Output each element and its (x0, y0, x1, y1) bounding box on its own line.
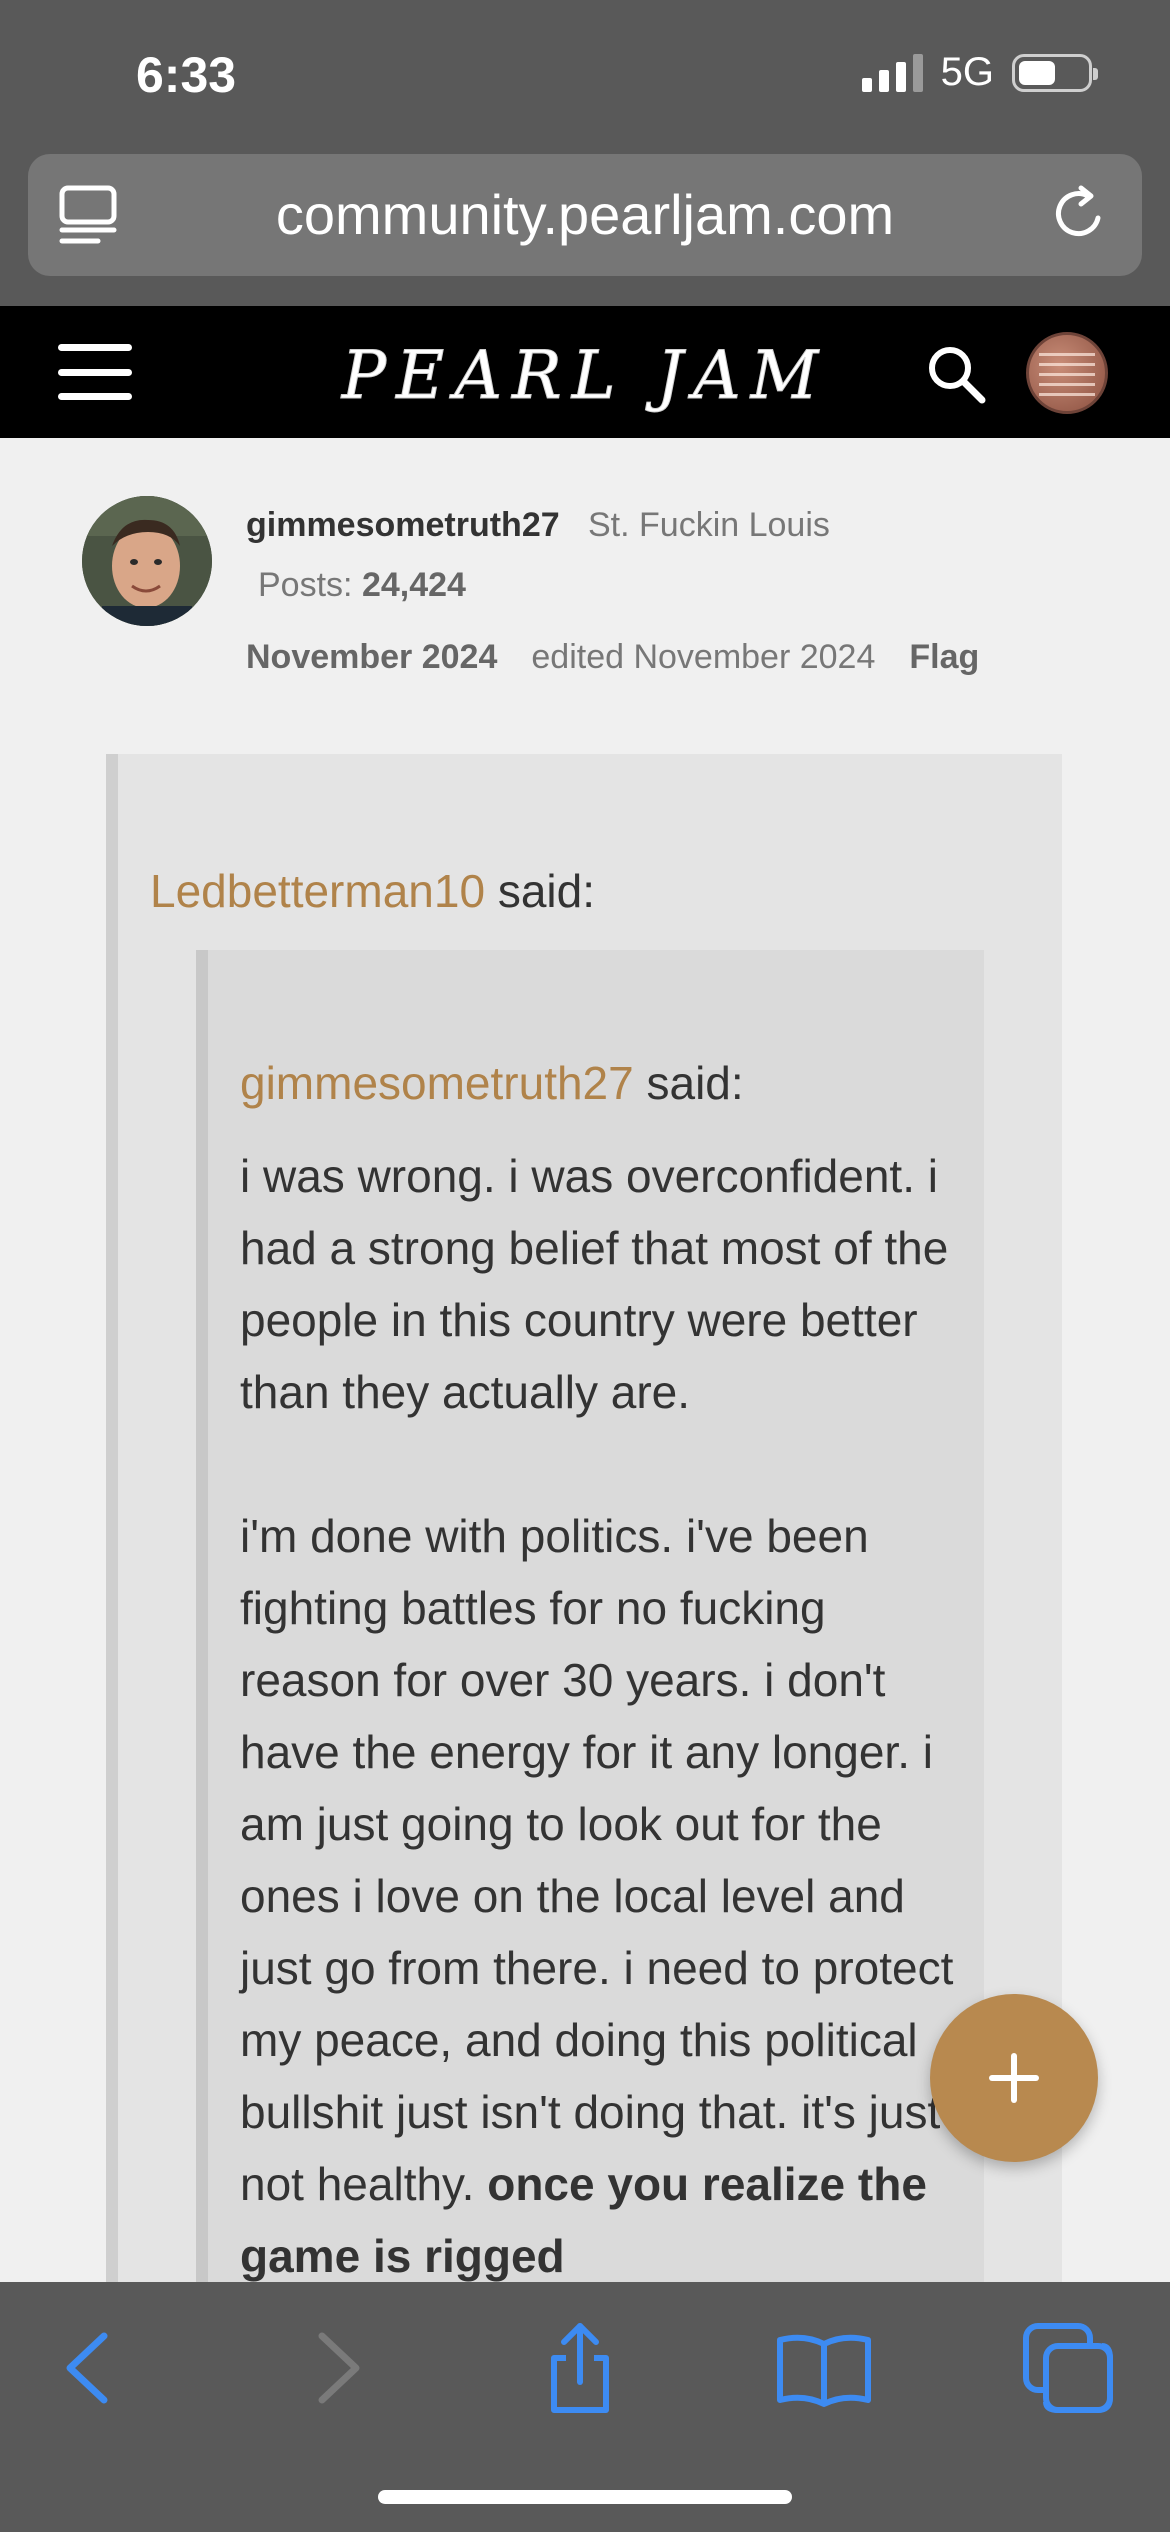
chevron-right-icon[interactable] (288, 2318, 388, 2418)
flag-link[interactable]: Flag (909, 638, 979, 677)
url-text[interactable]: community.pearljam.com (28, 182, 1142, 247)
post-date[interactable]: November 2024 (246, 638, 497, 677)
inner-quote-header: gimmesometruth27 said: (240, 1056, 744, 1110)
edited-label: edited November 2024 (531, 638, 876, 676)
author-avatar[interactable] (82, 496, 212, 626)
posts-label: Posts: (258, 566, 353, 604)
user-avatar[interactable] (1026, 332, 1108, 414)
author-photo (82, 496, 212, 626)
post-count: Posts: 24,424 (258, 566, 466, 605)
inner-quote-said: said: (646, 1057, 744, 1109)
reload-icon[interactable] (1048, 182, 1112, 246)
chevron-left-icon[interactable] (36, 2318, 136, 2418)
quote-paragraph-1: i was wrong. i was overconfident. i had … (240, 1150, 949, 1418)
outer-quote-said: said: (497, 865, 595, 917)
share-icon[interactable] (530, 2318, 630, 2418)
inner-quote-body: i was wrong. i was overconfident. i had … (240, 1140, 960, 2364)
home-indicator[interactable] (378, 2490, 792, 2504)
quote-paragraph-2-text: i'm done with politics. i've been fighti… (240, 1510, 954, 2210)
url-bar[interactable]: community.pearljam.com (28, 154, 1142, 276)
pearl-jam-logo[interactable]: PEARL JAM (340, 332, 830, 416)
battery-icon (1012, 53, 1098, 92)
tabs-icon[interactable] (1018, 2318, 1118, 2418)
search-icon[interactable] (924, 342, 988, 406)
quote-paragraph-2: i'm done with politics. i've been fighti… (240, 1500, 960, 2292)
book-icon[interactable] (774, 2318, 874, 2418)
status-time: 6:33 (136, 47, 237, 103)
new-post-fab-plus-icon[interactable] (930, 1994, 1098, 2162)
site-header: PEARL JAM (0, 306, 1170, 438)
logo-text: PEARL JAM (341, 337, 828, 414)
signal-icon (861, 53, 923, 92)
outer-quote-header: Ledbetterman10 said: (150, 864, 595, 918)
inner-quote-author[interactable]: gimmesometruth27 (240, 1057, 634, 1109)
hamburger-menu-icon[interactable] (58, 344, 132, 400)
posts-count: 24,424 (361, 566, 466, 604)
author-location: St. Fuckin Louis (588, 506, 830, 544)
network-type: 5G (940, 50, 994, 94)
post-author[interactable]: gimmesometruth27 (246, 506, 560, 545)
browser-top-chrome: 6:33 5G community.pearljam.com (0, 0, 1170, 306)
post-meta-line: November 2024 edited November 2024 Flag (246, 638, 979, 677)
outer-quote-author[interactable]: Ledbetterman10 (150, 865, 485, 917)
status-indicators: 5G (861, 50, 1098, 95)
